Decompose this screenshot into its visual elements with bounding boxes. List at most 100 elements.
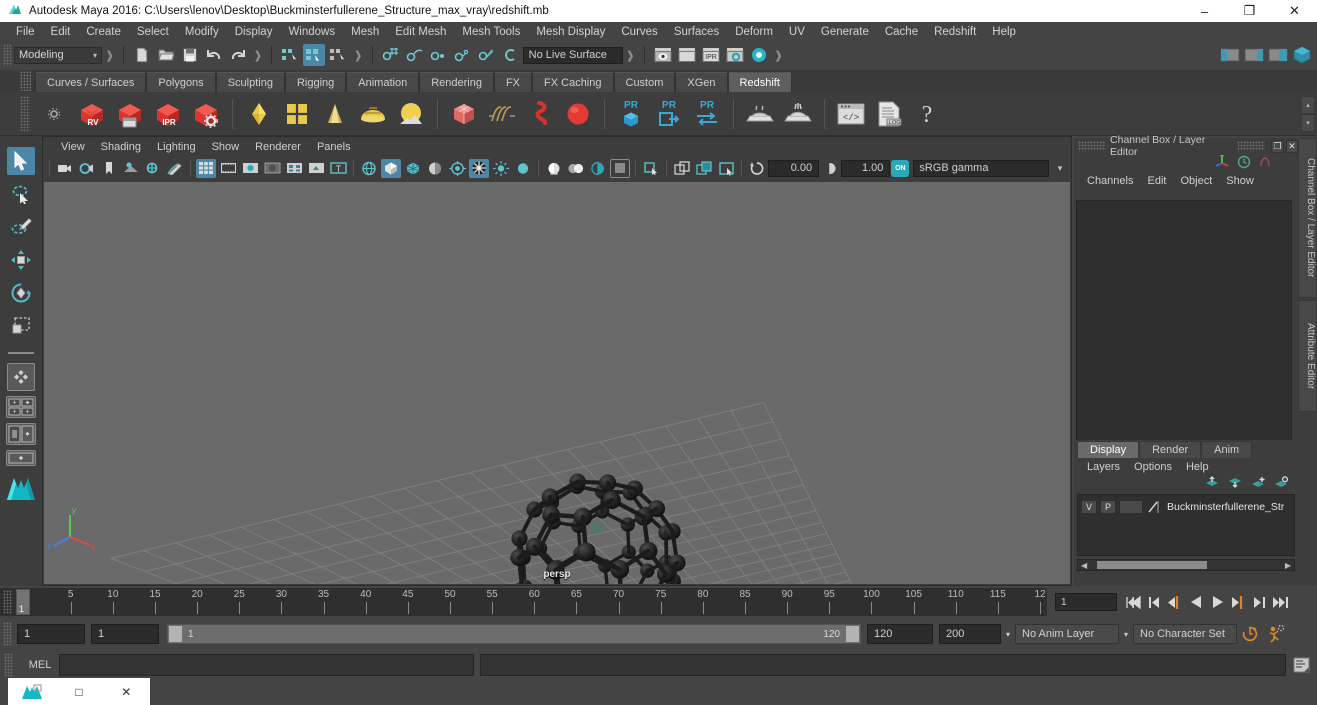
live-surface-field[interactable]: No Live Surface bbox=[522, 46, 623, 64]
channel-box-ghost-icon[interactable] bbox=[1258, 155, 1272, 172]
snap-point-icon[interactable] bbox=[428, 44, 450, 66]
channel-box-menu-channels[interactable]: Channels bbox=[1080, 174, 1140, 188]
gate-mask-icon[interactable] bbox=[262, 159, 282, 178]
layer-tab-anim[interactable]: Anim bbox=[1201, 441, 1253, 458]
redshift-render-view-icon[interactable]: RV bbox=[75, 96, 109, 132]
menu-create[interactable]: Create bbox=[78, 24, 129, 40]
menu-windows[interactable]: Windows bbox=[280, 24, 343, 40]
shelf-tab-animation[interactable]: Animation bbox=[346, 72, 420, 92]
snapshot-view-icon[interactable] bbox=[716, 159, 736, 178]
show-hide-modeling-toolkit-icon[interactable] bbox=[1219, 44, 1241, 66]
menu-uv[interactable]: UV bbox=[781, 24, 813, 40]
restore-window-button[interactable]: □ bbox=[55, 678, 102, 705]
redshift-bake-set-icon[interactable] bbox=[781, 96, 815, 132]
viewport-menu-show[interactable]: Show bbox=[204, 140, 248, 154]
step-forward-key-button[interactable] bbox=[1250, 592, 1269, 612]
redshift-volume-icon[interactable] bbox=[523, 96, 557, 132]
show-hide-attribute-editor-icon[interactable] bbox=[1243, 44, 1265, 66]
range-bar-right-handle[interactable] bbox=[846, 626, 859, 642]
menu-redshift[interactable]: Redshift bbox=[926, 24, 984, 40]
menu-cache[interactable]: Cache bbox=[877, 24, 926, 40]
snap-projected-icon[interactable] bbox=[452, 44, 474, 66]
shelf-tab-rigging[interactable]: Rigging bbox=[284, 72, 347, 92]
shelf-tab-fx[interactable]: FX bbox=[493, 72, 533, 92]
shelf-options-gear-icon[interactable] bbox=[37, 96, 71, 132]
redshift-help-icon[interactable]: ? bbox=[910, 96, 944, 132]
redshift-hair-icon[interactable] bbox=[485, 96, 519, 132]
two-d-pan-zoom-icon[interactable] bbox=[143, 159, 163, 178]
grid-toggle-icon[interactable] bbox=[196, 158, 216, 178]
toggle-hypershade-icon[interactable] bbox=[748, 44, 770, 66]
color-management-toggle[interactable]: ON bbox=[891, 159, 910, 177]
panel-drag-grip-right[interactable] bbox=[1237, 141, 1266, 151]
range-end-time-field[interactable]: 120 bbox=[867, 624, 933, 644]
menu-generate[interactable]: Generate bbox=[813, 24, 877, 40]
layer-shading-toggle[interactable] bbox=[1119, 499, 1143, 514]
layer-menu-help[interactable]: Help bbox=[1179, 460, 1216, 474]
move-tool-button[interactable] bbox=[7, 246, 35, 274]
anim-layer-dropdown-arrow[interactable]: ▾ bbox=[1001, 624, 1015, 644]
shadows-icon[interactable] bbox=[469, 158, 489, 178]
show-hide-tool-settings-icon[interactable] bbox=[1291, 44, 1313, 66]
select-by-object-icon[interactable] bbox=[303, 44, 326, 66]
textured-icon[interactable] bbox=[425, 159, 445, 178]
shelf-tab-polygons[interactable]: Polygons bbox=[146, 72, 216, 92]
select-camera-icon[interactable] bbox=[55, 159, 75, 178]
viewport-menu-shading[interactable]: Shading bbox=[93, 140, 149, 154]
viewport-menu-view[interactable]: View bbox=[53, 140, 93, 154]
redshift-texture-icon[interactable] bbox=[280, 96, 314, 132]
close-button[interactable]: ✕ bbox=[1272, 0, 1317, 22]
menu-edit[interactable]: Edit bbox=[43, 24, 79, 40]
snap-grid-icon[interactable] bbox=[380, 44, 402, 66]
character-set-field[interactable]: No Character Set bbox=[1133, 624, 1237, 644]
render-current-frame-icon[interactable] bbox=[676, 44, 698, 66]
single-persp-layout-button[interactable] bbox=[6, 450, 36, 466]
statusline-collapse-4[interactable]: ❱ bbox=[626, 49, 635, 62]
layer-row[interactable]: V P Buckminsterfullerene_Str bbox=[1081, 499, 1291, 514]
close-window-button[interactable]: ✕ bbox=[103, 678, 150, 705]
exposure-reset-icon[interactable] bbox=[747, 159, 767, 178]
menu-mesh-display[interactable]: Mesh Display bbox=[528, 24, 613, 40]
paint-select-tool-button[interactable] bbox=[7, 213, 35, 241]
menu-curves[interactable]: Curves bbox=[613, 24, 665, 40]
snap-curve-icon[interactable] bbox=[404, 44, 426, 66]
depth-of-field-icon[interactable] bbox=[566, 159, 586, 178]
redshift-pr-export-icon[interactable]: PR bbox=[652, 96, 686, 132]
resolution-gate-icon[interactable] bbox=[240, 159, 260, 178]
menu-help[interactable]: Help bbox=[984, 24, 1024, 40]
statusline-collapse-5[interactable]: ❱ bbox=[774, 49, 783, 62]
layer-menu-options[interactable]: Options bbox=[1127, 460, 1179, 474]
last-tool-used-button[interactable] bbox=[7, 363, 35, 391]
panel-drag-grip[interactable] bbox=[1078, 141, 1107, 151]
side-tab-channel-box[interactable]: Channel Box / Layer Editor bbox=[1298, 138, 1317, 298]
snap-view-plane-icon[interactable] bbox=[476, 44, 498, 66]
viewport-menu-panels[interactable]: Panels bbox=[309, 140, 359, 154]
redshift-proxy-cube-icon[interactable] bbox=[447, 96, 481, 132]
redshift-light-cone-icon[interactable] bbox=[318, 96, 352, 132]
auto-keyframe-icon[interactable] bbox=[1239, 623, 1261, 645]
current-time-indicator[interactable]: 1 bbox=[16, 589, 30, 615]
render-view-icon[interactable] bbox=[652, 44, 674, 66]
range-bar[interactable]: 1 120 bbox=[167, 624, 861, 644]
ipr-render-icon[interactable]: IPR bbox=[700, 44, 722, 66]
layer-list[interactable]: V P Buckminsterfullerene_Str bbox=[1077, 494, 1295, 556]
image-plane-icon[interactable] bbox=[121, 159, 141, 178]
save-scene-icon[interactable] bbox=[179, 44, 201, 66]
go-to-end-button[interactable] bbox=[1271, 592, 1290, 612]
panel-undock-button[interactable]: ❐ bbox=[1271, 139, 1284, 153]
redshift-material-icon[interactable] bbox=[242, 96, 276, 132]
wireframe-icon[interactable] bbox=[359, 159, 379, 178]
animation-preferences-icon[interactable] bbox=[1265, 623, 1287, 645]
step-back-key-button[interactable] bbox=[1145, 592, 1164, 612]
shelf-scroll-up-arrow[interactable]: ▴ bbox=[1301, 96, 1315, 114]
screen-space-ao-icon[interactable] bbox=[491, 159, 511, 178]
lights-icon[interactable] bbox=[447, 159, 467, 178]
layer-color-swatch[interactable] bbox=[1146, 500, 1160, 514]
rotate-tool-button[interactable] bbox=[7, 279, 35, 307]
select-by-hierarchy-icon[interactable] bbox=[279, 44, 301, 66]
four-view-layout-button[interactable]: + + + bbox=[6, 396, 36, 418]
command-input-field[interactable] bbox=[59, 654, 474, 676]
layer-scroll-thumb[interactable] bbox=[1097, 561, 1208, 569]
menuset-selector[interactable]: Modeling ▾ bbox=[14, 46, 102, 64]
duplicate-view-icon[interactable] bbox=[694, 159, 714, 178]
